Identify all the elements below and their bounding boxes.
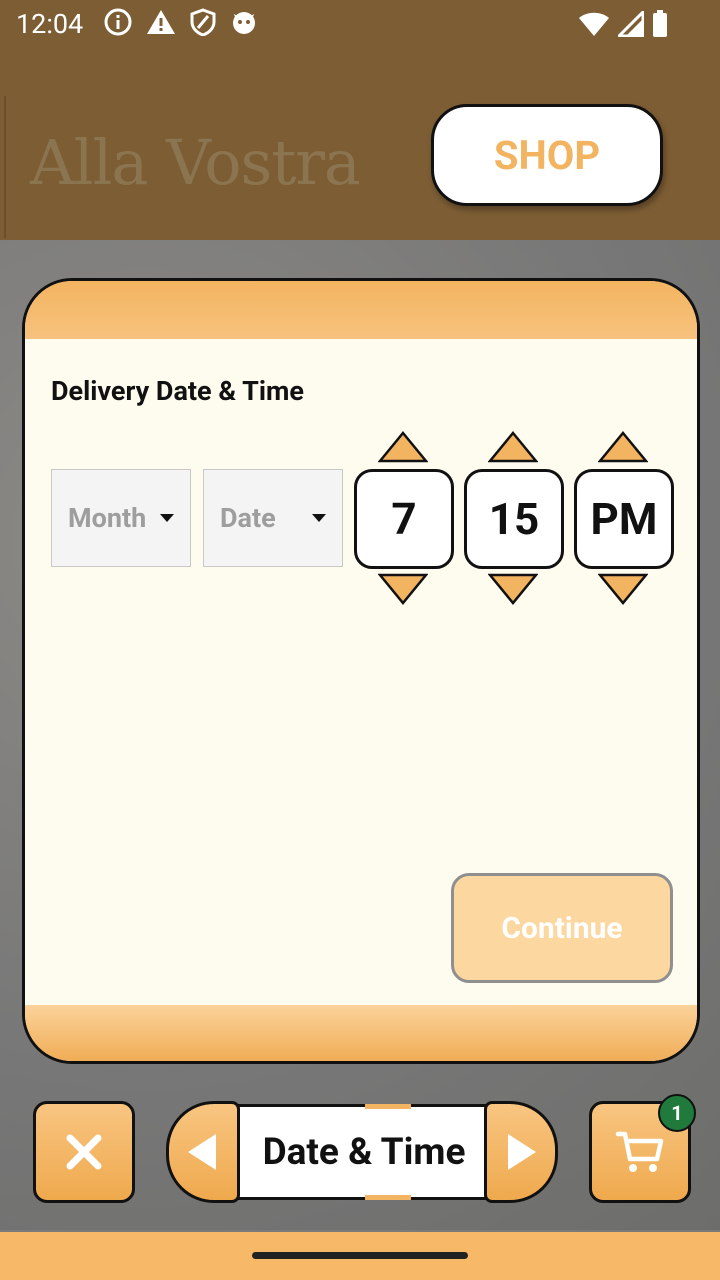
cart-count-badge: 1: [658, 1094, 696, 1132]
card-top-band: [25, 281, 697, 339]
home-indicator[interactable]: [252, 1252, 468, 1259]
close-button[interactable]: [33, 1101, 135, 1203]
step-label: Date & Time: [262, 1130, 466, 1174]
hour-up-arrow[interactable]: [378, 431, 428, 463]
status-bar: 12:04: [0, 0, 720, 96]
cat-icon: [230, 8, 258, 40]
ampm-down-arrow[interactable]: [598, 573, 648, 605]
close-icon: [66, 1134, 102, 1170]
step-indicator: Date & Time: [224, 1104, 504, 1200]
stripe-bottom: [365, 1195, 411, 1200]
status-time: 12:04: [16, 8, 84, 40]
shop-button[interactable]: SHOP: [431, 104, 663, 206]
warning-icon: [146, 8, 176, 40]
info-icon: [104, 8, 132, 40]
cart-icon: [615, 1131, 664, 1172]
app-header: Alla Vostra SHOP: [0, 96, 720, 242]
stripe-top: [365, 1104, 411, 1109]
ampm-up-arrow[interactable]: [598, 431, 648, 463]
form-title: Delivery Date & Time: [51, 375, 304, 407]
brand-logo[interactable]: Alla Vostra: [30, 126, 361, 199]
signal-icon: [615, 8, 645, 41]
battery-icon: [652, 10, 668, 42]
shield-icon: [190, 8, 216, 40]
minute-down-arrow[interactable]: [488, 573, 538, 605]
triangle-left-icon: [188, 1134, 216, 1170]
date-select-label: Date: [220, 502, 276, 534]
ampm-value[interactable]: PM: [574, 469, 674, 569]
delivery-card: Delivery Date & Time Month Date 7 15 PM …: [22, 278, 700, 1064]
minute-value[interactable]: 15: [464, 469, 564, 569]
month-select-label: Month: [68, 502, 147, 534]
chevron-down-icon: [160, 514, 174, 522]
card-bottom-band: [25, 1005, 697, 1061]
month-select[interactable]: Month: [51, 469, 191, 567]
wifi-icon: [578, 11, 610, 41]
header-inner: Alla Vostra SHOP: [4, 96, 720, 238]
continue-button[interactable]: Continue: [451, 873, 673, 983]
date-select[interactable]: Date: [203, 469, 343, 567]
status-icons-left: [104, 8, 258, 40]
hour-down-arrow[interactable]: [378, 573, 428, 605]
triangle-right-icon: [508, 1134, 536, 1170]
minute-up-arrow[interactable]: [488, 431, 538, 463]
chevron-down-icon: [312, 514, 326, 522]
status-icons-right: [578, 8, 668, 42]
hour-value[interactable]: 7: [354, 469, 454, 569]
